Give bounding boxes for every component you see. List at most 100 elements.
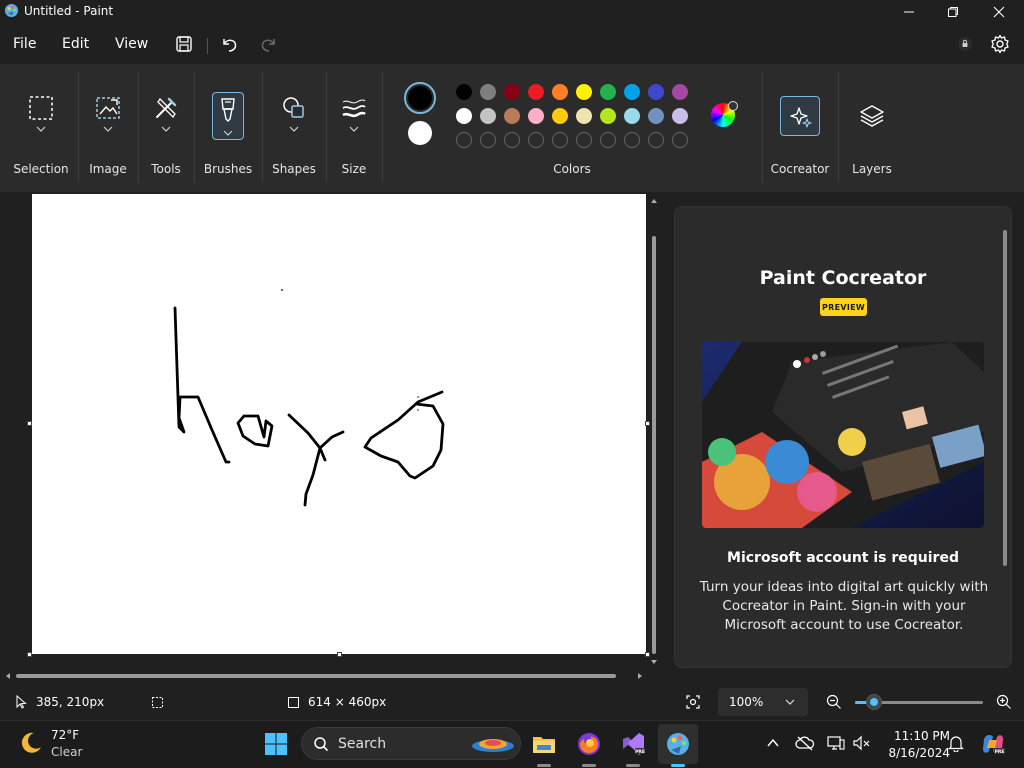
notification-bell-icon[interactable] bbox=[948, 735, 964, 752]
custom-color-slot[interactable] bbox=[600, 132, 616, 148]
size-group[interactable]: Size bbox=[328, 64, 380, 192]
custom-color-slot[interactable] bbox=[672, 132, 688, 148]
ribbon-divider bbox=[262, 72, 263, 182]
taskbar-search-box[interactable]: Search bbox=[301, 727, 521, 760]
tools-group[interactable]: Tools bbox=[140, 64, 192, 192]
undo-icon[interactable] bbox=[218, 33, 240, 55]
color-swatch[interactable] bbox=[576, 108, 592, 124]
menu-file[interactable]: File bbox=[13, 36, 36, 52]
custom-color-slot[interactable] bbox=[552, 132, 568, 148]
custom-color-slot[interactable] bbox=[648, 132, 664, 148]
menu-edit[interactable]: Edit bbox=[62, 36, 89, 52]
custom-color-slot[interactable] bbox=[624, 132, 640, 148]
image-icon bbox=[96, 97, 120, 119]
brushes-group[interactable]: Brushes bbox=[196, 64, 260, 192]
custom-color-slot[interactable] bbox=[576, 132, 592, 148]
color-swatch[interactable] bbox=[456, 84, 472, 100]
scroll-left-arrow-icon[interactable] bbox=[4, 672, 12, 680]
close-button[interactable] bbox=[976, 0, 1022, 24]
layers-group[interactable]: Layers bbox=[840, 64, 904, 192]
cocreator-sparkle-icon bbox=[790, 107, 812, 128]
cocreator-button[interactable] bbox=[780, 96, 820, 136]
color-swatch[interactable] bbox=[600, 84, 616, 100]
zoom-dropdown[interactable]: 100% bbox=[718, 688, 808, 716]
color-swatch[interactable] bbox=[552, 108, 568, 124]
color-swatch[interactable] bbox=[624, 84, 640, 100]
copilot-icon[interactable]: PRE bbox=[980, 731, 1006, 757]
image-group[interactable]: Image bbox=[80, 64, 136, 192]
color-swatch[interactable] bbox=[672, 84, 688, 100]
fit-to-window-icon[interactable] bbox=[685, 694, 701, 710]
account-icon[interactable] bbox=[954, 33, 976, 55]
edit-colors-badge bbox=[728, 101, 738, 111]
color-swatch[interactable] bbox=[648, 108, 664, 124]
settings-gear-icon[interactable] bbox=[989, 33, 1011, 55]
weather-moon-icon[interactable] bbox=[18, 730, 44, 756]
zoom-in-icon[interactable] bbox=[996, 694, 1012, 710]
chevron-down-icon bbox=[349, 126, 359, 132]
chevron-down-icon bbox=[161, 126, 171, 132]
color-swatch[interactable] bbox=[600, 108, 616, 124]
primary-color-swatch[interactable] bbox=[404, 82, 436, 114]
panel-title: Paint Cocreator bbox=[759, 267, 927, 289]
color-swatch[interactable] bbox=[648, 84, 664, 100]
color-swatch[interactable] bbox=[504, 84, 520, 100]
scroll-right-arrow-icon[interactable] bbox=[636, 672, 644, 680]
vertical-scrollbar-thumb[interactable] bbox=[652, 236, 656, 654]
color-swatch[interactable] bbox=[576, 84, 592, 100]
selection-icon bbox=[29, 96, 53, 120]
cursor-position: 385, 210px bbox=[36, 695, 105, 709]
paint-taskbar-icon[interactable] bbox=[665, 731, 691, 757]
firefox-icon[interactable] bbox=[576, 731, 602, 757]
minimize-button[interactable] bbox=[886, 0, 932, 24]
clock-date[interactable]: 8/16/2024 bbox=[880, 746, 950, 760]
volume-muted-icon[interactable] bbox=[853, 735, 871, 751]
custom-color-slot[interactable] bbox=[504, 132, 520, 148]
visual-studio-icon[interactable]: PRE bbox=[620, 731, 646, 757]
color-swatch[interactable] bbox=[528, 108, 544, 124]
color-swatch[interactable] bbox=[624, 108, 640, 124]
custom-color-slot[interactable] bbox=[480, 132, 496, 148]
shapes-label: Shapes bbox=[272, 162, 316, 176]
color-swatch[interactable] bbox=[672, 108, 688, 124]
windows-start-icon[interactable] bbox=[263, 731, 289, 757]
shapes-group[interactable]: Shapes bbox=[264, 64, 324, 192]
color-swatch[interactable] bbox=[456, 108, 472, 124]
color-swatch[interactable] bbox=[528, 84, 544, 100]
panel-scrollbar-thumb[interactable] bbox=[1003, 230, 1007, 566]
selection-group[interactable]: Selection bbox=[6, 64, 76, 192]
save-icon[interactable] bbox=[173, 33, 195, 55]
zoom-out-icon[interactable] bbox=[826, 694, 842, 710]
custom-color-slot[interactable] bbox=[528, 132, 544, 148]
paint-app-icon bbox=[4, 3, 19, 18]
brush-icon bbox=[221, 98, 235, 122]
weather-condition[interactable]: Clear bbox=[51, 745, 82, 759]
colors-label: Colors bbox=[553, 162, 591, 176]
weather-temperature[interactable]: 72°F bbox=[51, 728, 79, 742]
canvas-resize-handle-bottom-right[interactable] bbox=[645, 652, 650, 657]
canvas-resize-handle-right[interactable] bbox=[645, 421, 650, 426]
maximize-button[interactable] bbox=[930, 0, 976, 24]
canvas-resize-handle-bottom-left[interactable] bbox=[27, 652, 32, 657]
onedrive-offline-icon[interactable] bbox=[795, 735, 815, 751]
show-hidden-icons-chevron-up-icon[interactable] bbox=[766, 737, 780, 749]
color-swatch[interactable] bbox=[504, 108, 520, 124]
drawing-canvas[interactable] bbox=[32, 194, 646, 654]
scroll-up-arrow-icon[interactable] bbox=[650, 197, 658, 205]
custom-color-slot[interactable] bbox=[456, 132, 472, 148]
menu-divider bbox=[207, 38, 208, 54]
color-swatch[interactable] bbox=[480, 108, 496, 124]
secondary-color-swatch[interactable] bbox=[408, 121, 432, 145]
canvas-resize-handle-bottom[interactable] bbox=[337, 652, 342, 657]
network-display-icon[interactable] bbox=[827, 735, 845, 751]
clock-time[interactable]: 11:10 PM bbox=[880, 729, 950, 743]
color-swatch[interactable] bbox=[552, 84, 568, 100]
panel-subtitle: Microsoft account is required bbox=[727, 550, 959, 566]
scroll-down-arrow-icon[interactable] bbox=[650, 658, 658, 666]
horizontal-scrollbar-thumb[interactable] bbox=[16, 674, 616, 678]
canvas-resize-handle-left[interactable] bbox=[27, 421, 32, 426]
file-explorer-icon[interactable] bbox=[531, 731, 557, 757]
menu-view[interactable]: View bbox=[115, 36, 148, 52]
color-swatch[interactable] bbox=[480, 84, 496, 100]
redo-icon[interactable] bbox=[258, 33, 280, 55]
